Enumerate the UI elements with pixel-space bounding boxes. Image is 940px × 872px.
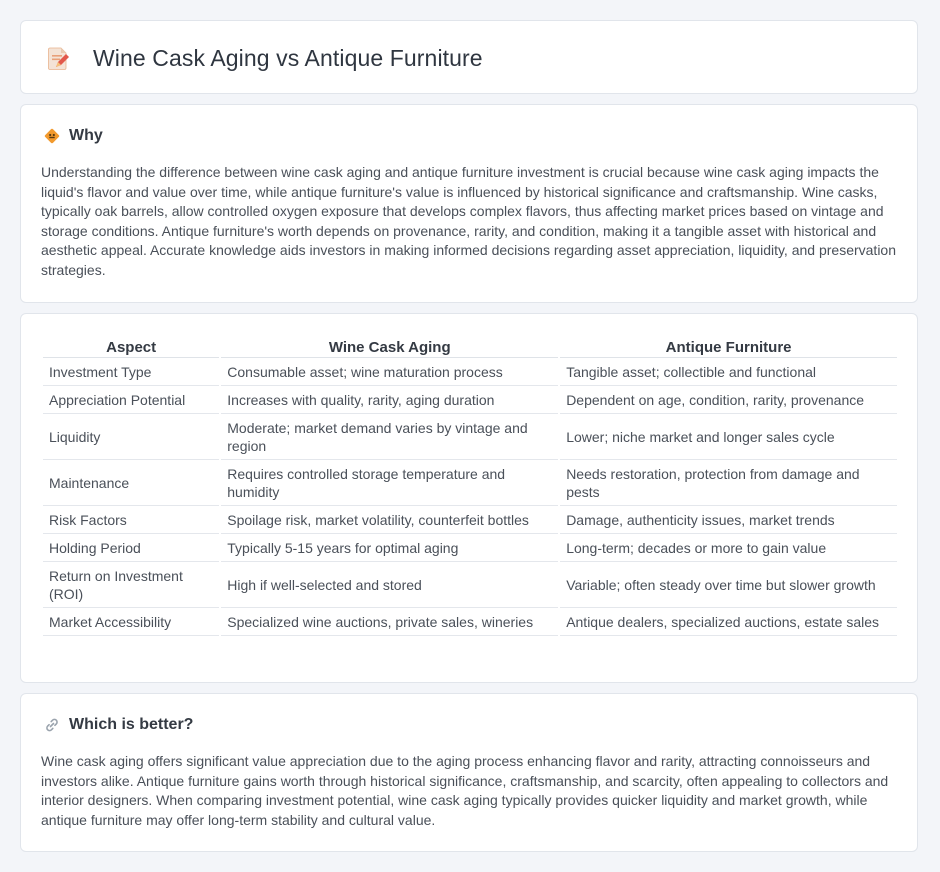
row-aspect: Market Accessibility: [43, 608, 220, 636]
table-row: Holding Period Typically 5-15 years for …: [43, 534, 897, 562]
link-icon: [43, 716, 61, 734]
row-furniture-value: Needs restoration, protection from damag…: [560, 460, 897, 506]
row-aspect: Risk Factors: [43, 506, 220, 534]
comparison-card: Aspect Wine Cask Aging Antique Furniture…: [20, 313, 918, 683]
table-row: Maintenance Requires controlled storage …: [43, 460, 897, 506]
title-row: Wine Cask Aging vs Antique Furniture: [47, 45, 483, 72]
header-antique-furniture: Antique Furniture: [560, 336, 897, 358]
why-heading: Why: [69, 127, 103, 144]
table-header-row: Aspect Wine Cask Aging Antique Furniture: [43, 336, 897, 358]
page-title: Wine Cask Aging vs Antique Furniture: [93, 45, 483, 71]
row-aspect: Return on Investment (ROI): [43, 562, 220, 608]
row-wine-value: Specialized wine auctions, private sales…: [221, 608, 559, 636]
header-wine-cask-aging: Wine Cask Aging: [221, 336, 559, 358]
table-row: Appreciation Potential Increases with qu…: [43, 386, 897, 414]
better-paragraph: Wine cask aging offers significant value…: [41, 753, 889, 828]
row-furniture-value: Lower; niche market and longer sales cyc…: [560, 414, 897, 460]
row-furniture-value: Tangible asset; collectible and function…: [560, 358, 897, 386]
row-wine-value: Consumable asset; wine maturation proces…: [221, 358, 559, 386]
row-aspect: Liquidity: [43, 414, 220, 460]
row-wine-value: Increases with quality, rarity, aging du…: [221, 386, 559, 414]
row-furniture-value: Dependent on age, condition, rarity, pro…: [560, 386, 897, 414]
which-better-card: Which is better? Wine cask aging offers …: [20, 693, 918, 852]
table-row: Liquidity Moderate; market demand varies…: [43, 414, 897, 460]
header-aspect: Aspect: [43, 336, 220, 358]
row-aspect: Holding Period: [43, 534, 220, 562]
row-wine-value: High if well-selected and stored: [221, 562, 559, 608]
table-row: Investment Type Consumable asset; wine m…: [43, 358, 897, 386]
better-heading-row: Which is better?: [43, 716, 193, 734]
row-aspect: Appreciation Potential: [43, 386, 220, 414]
diamond-sign-icon: [43, 127, 61, 145]
row-furniture-value: Long-term; decades or more to gain value: [560, 534, 897, 562]
row-aspect: Investment Type: [43, 358, 220, 386]
table-row: Market Accessibility Specialized wine au…: [43, 608, 897, 636]
why-heading-row: Why: [43, 127, 103, 145]
why-paragraph: Understanding the difference between win…: [41, 164, 897, 278]
row-wine-value: Requires controlled storage temperature …: [221, 460, 559, 506]
row-furniture-value: Antique dealers, specialized auctions, e…: [560, 608, 897, 636]
row-furniture-value: Damage, authenticity issues, market tren…: [560, 506, 897, 534]
why-card: Why Understanding the difference between…: [20, 104, 918, 303]
document-pencil-icon: [47, 46, 71, 72]
table-row: Risk Factors Spoilage risk, market volat…: [43, 506, 897, 534]
comparison-table: Aspect Wine Cask Aging Antique Furniture…: [41, 336, 899, 636]
row-wine-value: Typically 5-15 years for optimal aging: [221, 534, 559, 562]
row-wine-value: Spoilage risk, market volatility, counte…: [221, 506, 559, 534]
better-heading: Which is better?: [69, 716, 194, 733]
row-aspect: Maintenance: [43, 460, 220, 506]
table-row: Return on Investment (ROI) High if well-…: [43, 562, 897, 608]
title-card: Wine Cask Aging vs Antique Furniture: [20, 20, 918, 94]
row-furniture-value: Variable; often steady over time but slo…: [560, 562, 897, 608]
row-wine-value: Moderate; market demand varies by vintag…: [221, 414, 559, 460]
